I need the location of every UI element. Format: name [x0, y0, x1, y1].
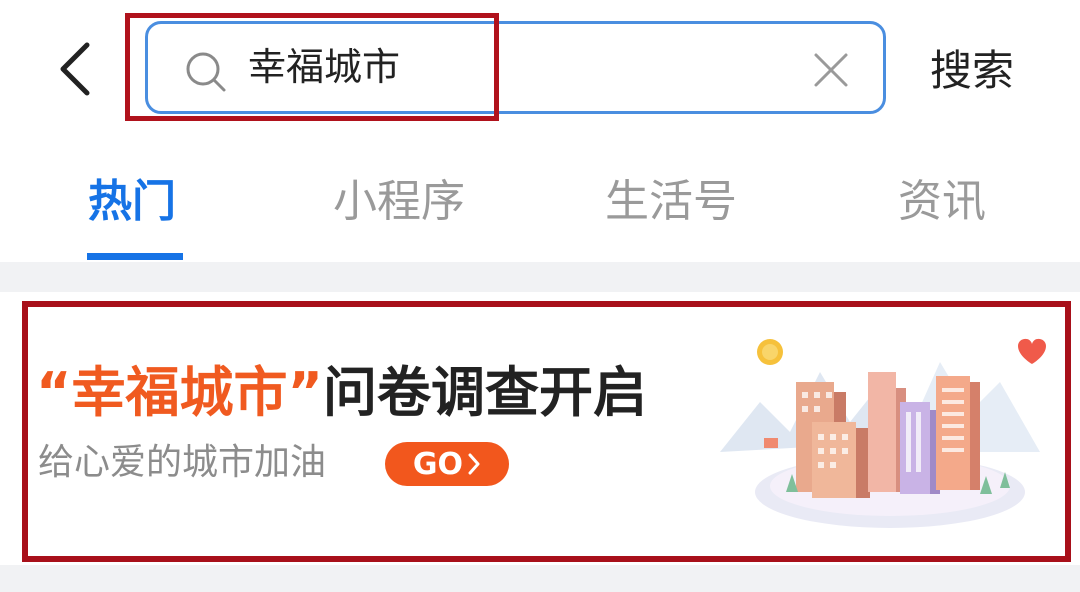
chevron-right-icon — [468, 453, 480, 475]
tab-life-accounts[interactable]: 生活号 — [605, 170, 737, 234]
tab-news[interactable]: 资讯 — [898, 170, 986, 234]
section-divider — [0, 262, 1080, 292]
search-button[interactable]: 搜索 — [930, 38, 1014, 104]
bottom-spacer — [0, 565, 1080, 592]
search-query-text[interactable]: 幸福城市 — [248, 24, 400, 111]
chevron-left-icon — [60, 42, 90, 96]
go-button[interactable]: GO — [385, 442, 509, 486]
banner-title: “幸福城市”问卷调查开启 — [36, 358, 647, 428]
banner-subtitle: 给心爱的城市加油 — [38, 442, 327, 483]
search-input[interactable]: 幸福城市 — [145, 21, 886, 114]
tab-mini-programs[interactable]: 小程序 — [333, 170, 465, 234]
search-icon — [186, 52, 226, 92]
survey-banner[interactable]: “幸福城市”问卷调查开启 给心爱的城市加油 GO — [0, 292, 1080, 565]
banner-title-rest: 问卷调查开启 — [322, 361, 647, 424]
tab-active-indicator — [87, 253, 183, 260]
back-button[interactable] — [44, 34, 104, 104]
city-buildings-illustration — [720, 338, 1046, 528]
banner-title-highlight: “幸福城市” — [36, 361, 323, 424]
go-button-label: GO — [412, 446, 464, 482]
close-icon[interactable] — [813, 52, 849, 88]
tab-hot[interactable]: 热门 — [88, 170, 176, 234]
